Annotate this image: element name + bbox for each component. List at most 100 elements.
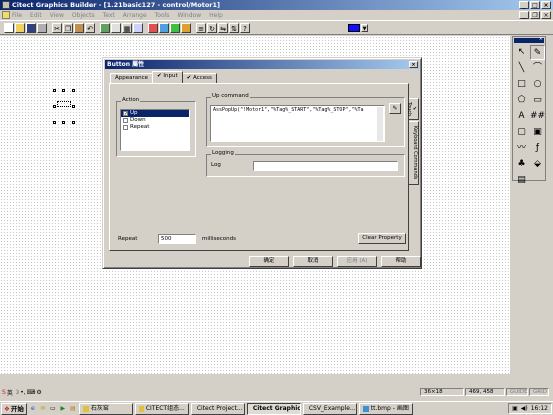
minimize-button[interactable]: _ xyxy=(519,1,529,9)
new-icon[interactable] xyxy=(4,22,14,33)
polygon-tool-icon[interactable]: ⬠ xyxy=(514,93,529,108)
number-tool-icon[interactable]: ## xyxy=(530,109,545,124)
dialog-close-button[interactable]: × xyxy=(409,61,418,68)
align-icon[interactable]: ≡ xyxy=(196,22,206,33)
menu-objects[interactable]: Objects xyxy=(72,12,95,19)
document-icon[interactable] xyxy=(2,11,10,19)
action-list[interactable]: ✓ Up Down Repeat xyxy=(120,109,190,151)
pages-icon[interactable] xyxy=(111,22,121,33)
repeat-field[interactable]: 500 xyxy=(158,234,196,244)
swap-icon[interactable]: ⇅ xyxy=(229,22,239,33)
dialog-title-bar[interactable]: Button 屬性 × xyxy=(105,60,419,69)
menu-file[interactable]: File xyxy=(12,12,22,19)
taskbar-item[interactable]: 石灰窑 xyxy=(78,402,133,415)
doc-close-button[interactable]: × xyxy=(541,11,551,19)
explorer-icon[interactable]: ▤ xyxy=(69,405,77,413)
polyline-tool-icon[interactable]: ⌒ xyxy=(530,61,545,76)
back-icon[interactable] xyxy=(181,22,191,33)
tools-titlebar[interactable]: × xyxy=(514,36,544,43)
library-icon[interactable] xyxy=(100,22,110,33)
maximize-button[interactable]: □ xyxy=(530,1,540,9)
selected-button-object[interactable] xyxy=(53,89,75,124)
list-item-down[interactable]: Down xyxy=(121,117,189,124)
menu-arrange[interactable]: Arrange xyxy=(123,12,147,19)
ok-button[interactable]: 确定 xyxy=(249,256,289,267)
group-icon[interactable] xyxy=(148,22,158,33)
apply-button[interactable]: 应用 (A) xyxy=(337,256,377,267)
checkbox[interactable] xyxy=(123,125,128,130)
menu-window[interactable]: Window xyxy=(177,12,201,19)
cut-icon[interactable]: ✂ xyxy=(52,22,62,33)
cicode-tool-icon[interactable]: ƒ xyxy=(530,141,545,156)
log-field[interactable] xyxy=(253,161,398,171)
doc-minimize-button[interactable]: _ xyxy=(519,11,529,19)
ellipse-tool-icon[interactable]: ○ xyxy=(530,77,545,92)
text-tool-icon[interactable]: A xyxy=(514,109,529,124)
up-command-input[interactable]: AssPopUp("!Motor1","%Tag%_START","%Tag%_… xyxy=(210,105,385,142)
print-icon[interactable] xyxy=(37,22,47,33)
checkbox[interactable]: ✓ xyxy=(123,111,128,117)
punct-icon[interactable]: •, xyxy=(20,389,25,396)
pointer-tool-icon[interactable]: ↖ xyxy=(514,45,529,60)
network-icon[interactable]: ▣ xyxy=(512,404,518,413)
undo-icon[interactable]: ↶ xyxy=(85,22,95,33)
taskbar-item[interactable]: CSV_Example... xyxy=(302,402,357,415)
copy-icon[interactable]: ❐ xyxy=(63,22,73,33)
ime-lang[interactable]: 英 xyxy=(7,388,13,397)
volume-icon[interactable]: ◀) xyxy=(521,404,528,413)
button-object[interactable] xyxy=(57,101,71,107)
moon-icon[interactable]: ☽ xyxy=(14,389,19,396)
mirror-icon[interactable]: ⇋ xyxy=(218,22,228,33)
pen-tool-icon[interactable]: ✎ xyxy=(530,45,545,60)
ie-icon[interactable]: e xyxy=(29,405,37,413)
list-item-repeat[interactable]: Repeat xyxy=(121,124,189,131)
tab-touch[interactable]: ✔ Touch xyxy=(406,98,419,120)
menu-tools[interactable]: Tools xyxy=(155,12,170,19)
media-icon[interactable]: ▶ xyxy=(59,405,67,413)
paste-icon[interactable] xyxy=(74,22,84,33)
tab-appearance[interactable]: Appearance xyxy=(110,73,154,83)
tab-access[interactable]: ✔ Access xyxy=(181,73,217,83)
button-tool-icon[interactable]: ▢ xyxy=(514,125,529,140)
ime-logo-icon[interactable]: S xyxy=(2,389,6,396)
menu-help[interactable]: Help xyxy=(209,12,223,19)
keyboard-icon[interactable]: ⌨ xyxy=(27,389,36,396)
clear-property-button[interactable]: Clear Property xyxy=(358,233,406,244)
settings-icon[interactable]: ⚙ xyxy=(36,389,41,396)
open-icon[interactable] xyxy=(15,22,25,33)
save-icon[interactable] xyxy=(26,22,36,33)
help-button[interactable]: 帮助 xyxy=(381,256,421,267)
taskbar-item[interactable]: CITECT组态... xyxy=(134,402,189,415)
menu-text[interactable]: Text xyxy=(103,12,115,19)
close-button[interactable]: × xyxy=(541,1,551,9)
color-swatch[interactable] xyxy=(348,24,360,32)
cancel-button[interactable]: 取消 xyxy=(293,256,333,267)
tab-input[interactable]: ✔ Input xyxy=(152,71,183,83)
list-item-up[interactable]: ✓ Up xyxy=(121,110,189,117)
taskbar-item-active[interactable]: Citect Graphic... xyxy=(246,402,301,415)
rectangle-tool-icon[interactable]: □ xyxy=(514,77,529,92)
pipe-tool-icon[interactable]: ▭ xyxy=(530,93,545,108)
genie-tool-icon[interactable]: ♣ xyxy=(514,157,529,172)
taskbar-item[interactable]: tt.bmp - 画图 xyxy=(358,402,413,415)
help-icon[interactable]: ? xyxy=(240,22,250,33)
trend-tool-icon[interactable]: 〰 xyxy=(514,141,529,156)
line-tool-icon[interactable]: ╲ xyxy=(514,61,529,76)
menu-edit[interactable]: Edit xyxy=(30,12,42,19)
doc-restore-button[interactable]: ❐ xyxy=(530,11,540,19)
front-icon[interactable] xyxy=(170,22,180,33)
insert-tag-button[interactable]: ✎ xyxy=(389,103,401,114)
checkbox[interactable] xyxy=(123,118,128,123)
bitmap-tool-icon[interactable]: ⬙ xyxy=(530,157,545,172)
zoom-icon[interactable] xyxy=(133,22,143,33)
start-button[interactable]: ❖ 开始 xyxy=(1,402,27,415)
scrollbar[interactable] xyxy=(377,107,383,141)
symbol-set-tool-icon[interactable]: ▣ xyxy=(530,125,545,140)
ungroup-icon[interactable] xyxy=(159,22,169,33)
desktop-icon[interactable]: ▭ xyxy=(49,405,57,413)
taskbar-item[interactable]: Citect Project... xyxy=(190,402,245,415)
rotate-icon[interactable]: ↻ xyxy=(207,22,217,33)
menu-view[interactable]: View xyxy=(50,12,64,19)
tab-keyboard-commands[interactable]: Keyboard Commands xyxy=(409,121,419,185)
chevron-down-icon[interactable]: ▼ xyxy=(361,24,368,32)
